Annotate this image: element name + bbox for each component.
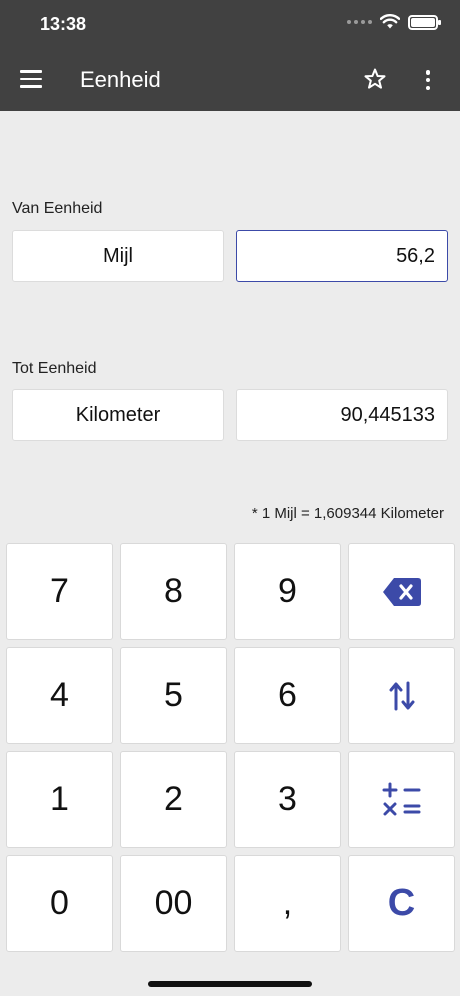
backspace-button[interactable] [348,543,455,640]
backspace-icon [382,577,421,606]
swap-button[interactable] [348,647,455,744]
key-7[interactable]: 7 [6,543,113,640]
from-unit-select[interactable]: Mijl [12,230,224,282]
key-4[interactable]: 4 [6,647,113,744]
keypad: 7 8 9 4 5 6 1 2 3 0 00 , C [6,543,455,952]
key-0[interactable]: 0 [6,855,113,952]
to-unit-select[interactable]: Kilometer [12,389,224,441]
conversion-note: * 1 Mijl = 1,609344 Kilometer [251,505,444,522]
key-1[interactable]: 1 [6,751,113,848]
key-9[interactable]: 9 [234,543,341,640]
clear-button[interactable]: C [348,855,455,952]
star-icon[interactable] [363,67,387,91]
app-header: 13:38 Eenheid [0,0,460,111]
more-vert-icon[interactable] [420,68,436,92]
home-indicator[interactable] [148,981,312,987]
from-value-input[interactable]: 56,2 [236,230,448,282]
key-2[interactable]: 2 [120,751,227,848]
status-time: 13:38 [40,14,87,34]
key-5[interactable]: 5 [120,647,227,744]
key-8[interactable]: 8 [120,543,227,640]
key-00[interactable]: 00 [120,855,227,952]
battery-icon [408,14,441,30]
signal-icon [347,20,372,24]
menu-icon[interactable] [20,70,42,88]
key-3[interactable]: 3 [234,751,341,848]
swap-icon [389,681,414,710]
page-title: Eenheid [80,67,161,92]
from-unit-label: Van Eenheid [12,200,103,217]
operators-icon [382,782,420,815]
status-icons [347,14,441,30]
key-comma[interactable]: , [234,855,341,952]
wifi-icon [380,14,400,29]
to-value-output[interactable]: 90,445133 [236,389,448,441]
key-6[interactable]: 6 [234,647,341,744]
to-unit-label: Tot Eenheid [12,360,97,377]
operators-button[interactable] [348,751,455,848]
